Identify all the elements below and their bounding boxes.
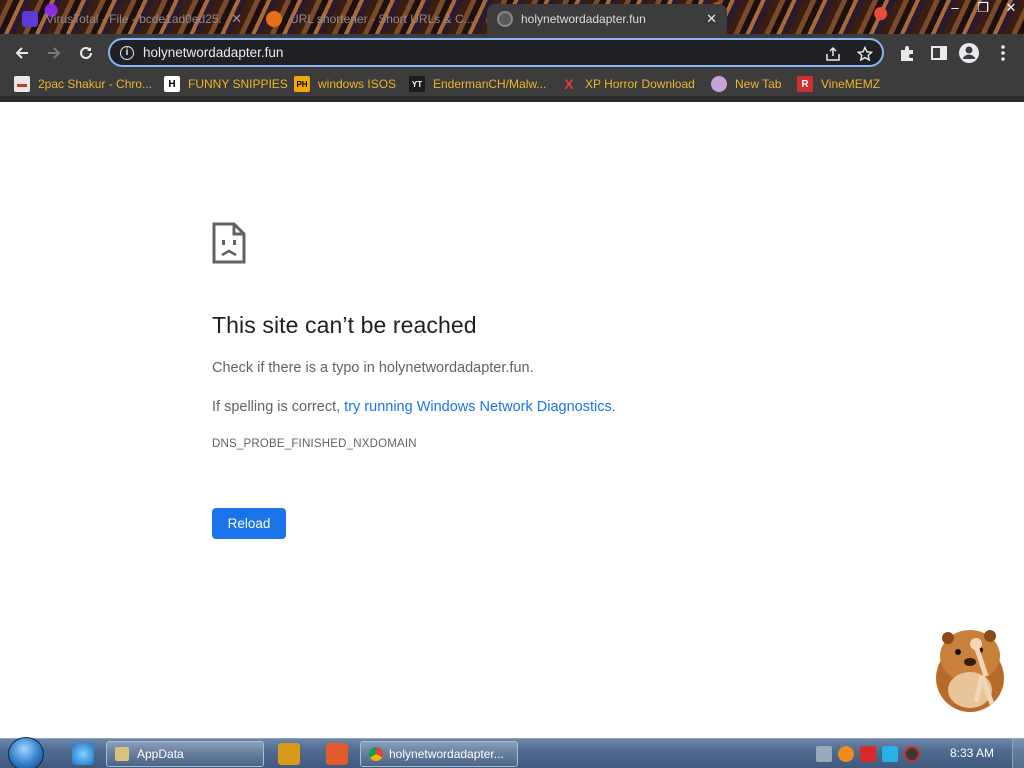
tray-flag-icon[interactable] — [860, 746, 876, 762]
bookmark-label: windows ISOS — [318, 77, 397, 91]
bookmark-endermanch[interactable]: YT EndermanCH/Malw... — [409, 75, 546, 93]
bookmark-2pac[interactable]: ▬ 2pac Shakur - Chro... — [14, 75, 152, 93]
chrome-icon — [369, 747, 383, 761]
bookmark-star-icon[interactable] — [856, 45, 874, 63]
browser-toolbar: i holynetwordadapter.fun — [0, 34, 1024, 72]
bookmark-label: VineMEMZ — [821, 77, 881, 91]
tab-url-shortener[interactable]: URL shortener - Short URLs & C... — [256, 4, 484, 34]
tray-network-icon[interactable] — [816, 746, 832, 762]
error-code: DNS_PROBE_FINISHED_NXDOMAIN — [212, 438, 417, 450]
bookmark-yt-icon: YT — [409, 76, 425, 92]
profile-avatar-icon[interactable] — [958, 42, 980, 64]
bookmark-label: New Tab — [735, 77, 782, 91]
page-content: This site can’t be reached Check if ther… — [0, 102, 1024, 738]
share-icon[interactable] — [824, 45, 842, 63]
globe-favicon-icon — [497, 11, 513, 27]
bookmark-2pac-icon: ▬ — [14, 76, 30, 92]
bookmark-h-icon: H — [164, 76, 180, 92]
reload-button[interactable]: Reload — [212, 508, 286, 539]
folder-icon — [115, 747, 129, 761]
tab-holynetwordadapter[interactable]: holynetwordadapter.fun ✕ — [487, 4, 727, 34]
arrow-right-icon — [48, 47, 61, 59]
taskbar-item-label: holynetwordadapter... — [389, 747, 504, 761]
bookmark-vinememz[interactable]: R VineMEMZ — [797, 75, 880, 93]
taskbar-item-chrome[interactable]: holynetwordadapter... — [360, 741, 518, 767]
window-close-icon[interactable]: ✕ — [1004, 0, 1018, 18]
bookmarks-bar: ▬ 2pac Shakur - Chro... H FUNNY SNIPPIES… — [0, 72, 1024, 96]
bookmark-label: EndermanCH/Malw... — [433, 77, 547, 91]
minimize-icon[interactable]: – — [948, 0, 962, 18]
tab-title: URL shortener - Short URLs & C... — [290, 12, 474, 26]
error-typo-hint: Check if there is a typo in holynetworda… — [212, 360, 534, 376]
taskbar-item-label: AppData — [137, 747, 184, 761]
windows-taskbar: AppData holynetwordadapter... 8:33 AM — [0, 737, 1024, 768]
menu-kebab-icon[interactable] — [992, 42, 1014, 64]
diagnostics-prefix: If spelling is correct, — [212, 399, 345, 415]
taskbar-clock[interactable]: 8:33 AM — [950, 746, 994, 760]
tray-display-icon[interactable] — [882, 746, 898, 762]
restore-icon[interactable]: ❐ — [976, 0, 990, 18]
bookmark-windows-isos[interactable]: PH windows ISOS — [294, 75, 396, 93]
diagnostics-suffix: . — [611, 399, 616, 415]
tab-close-icon[interactable]: ✕ — [706, 11, 717, 27]
error-title: This site can’t be reached — [212, 312, 477, 338]
virustotal-favicon-icon — [22, 11, 38, 27]
reload-nav-button[interactable] — [74, 41, 98, 65]
tab-strip: VirusTotal - File - bcde1ad0ed25... ✕ UR… — [0, 0, 1024, 34]
side-panel-icon[interactable] — [928, 42, 950, 64]
error-diagnostics-hint: If spelling is correct, try running Wind… — [212, 399, 616, 415]
bookmark-new-tab[interactable]: New Tab — [711, 75, 781, 93]
tab-title: VirusTotal - File - bcde1ad0ed25... — [46, 12, 224, 26]
tray-volume-icon[interactable] — [904, 746, 920, 762]
refresh-icon — [80, 46, 92, 59]
tab-close-icon[interactable]: ✕ — [231, 11, 242, 27]
tab-virustotal[interactable]: VirusTotal - File - bcde1ad0ed25... ✕ — [12, 4, 252, 34]
arrow-left-icon — [15, 47, 28, 59]
start-button[interactable] — [8, 737, 44, 768]
bookmark-label: FUNNY SNIPPIES — [188, 77, 288, 91]
tray-search-icon[interactable] — [838, 746, 854, 762]
bookmark-label: XP Horror Download — [585, 77, 695, 91]
address-bar[interactable]: i holynetwordadapter.fun — [108, 38, 884, 67]
tab-title: holynetwordadapter.fun — [521, 12, 646, 26]
url-shortener-favicon-icon — [266, 11, 282, 27]
taskbar-item-appdata[interactable]: AppData — [106, 741, 264, 767]
bookmark-x-icon: X — [564, 76, 574, 92]
show-desktop-button[interactable] — [1012, 739, 1024, 768]
paint-icon[interactable] — [326, 743, 348, 765]
system-tray — [816, 743, 920, 765]
bookmark-newtab-icon — [711, 76, 727, 92]
site-info-icon[interactable]: i — [120, 46, 134, 60]
bookmark-ph-icon: PH — [294, 76, 310, 92]
network-diagnostics-link[interactable]: try running Windows Network Diagnostics — [344, 399, 612, 415]
forward-button[interactable] — [42, 41, 66, 65]
address-bar-url: holynetwordadapter.fun — [143, 45, 284, 60]
bookmark-funny-snippies[interactable]: H FUNNY SNIPPIES — [164, 75, 288, 93]
bookmark-r-icon: R — [797, 76, 813, 92]
media-player-icon[interactable] — [278, 743, 300, 765]
extensions-icon[interactable] — [896, 42, 918, 64]
bookmark-xp-horror[interactable]: X XP Horror Download — [561, 75, 695, 93]
hamster-mascot-image — [936, 630, 1004, 712]
internet-explorer-icon[interactable] — [72, 743, 94, 765]
back-button[interactable] — [10, 41, 34, 65]
bookmark-label: 2pac Shakur - Chro... — [38, 77, 153, 91]
screen: VirusTotal - File - bcde1ad0ed25... ✕ UR… — [0, 0, 1024, 768]
sad-page-icon — [212, 222, 246, 264]
window-controls: – ❐ ✕ — [948, 0, 1018, 18]
